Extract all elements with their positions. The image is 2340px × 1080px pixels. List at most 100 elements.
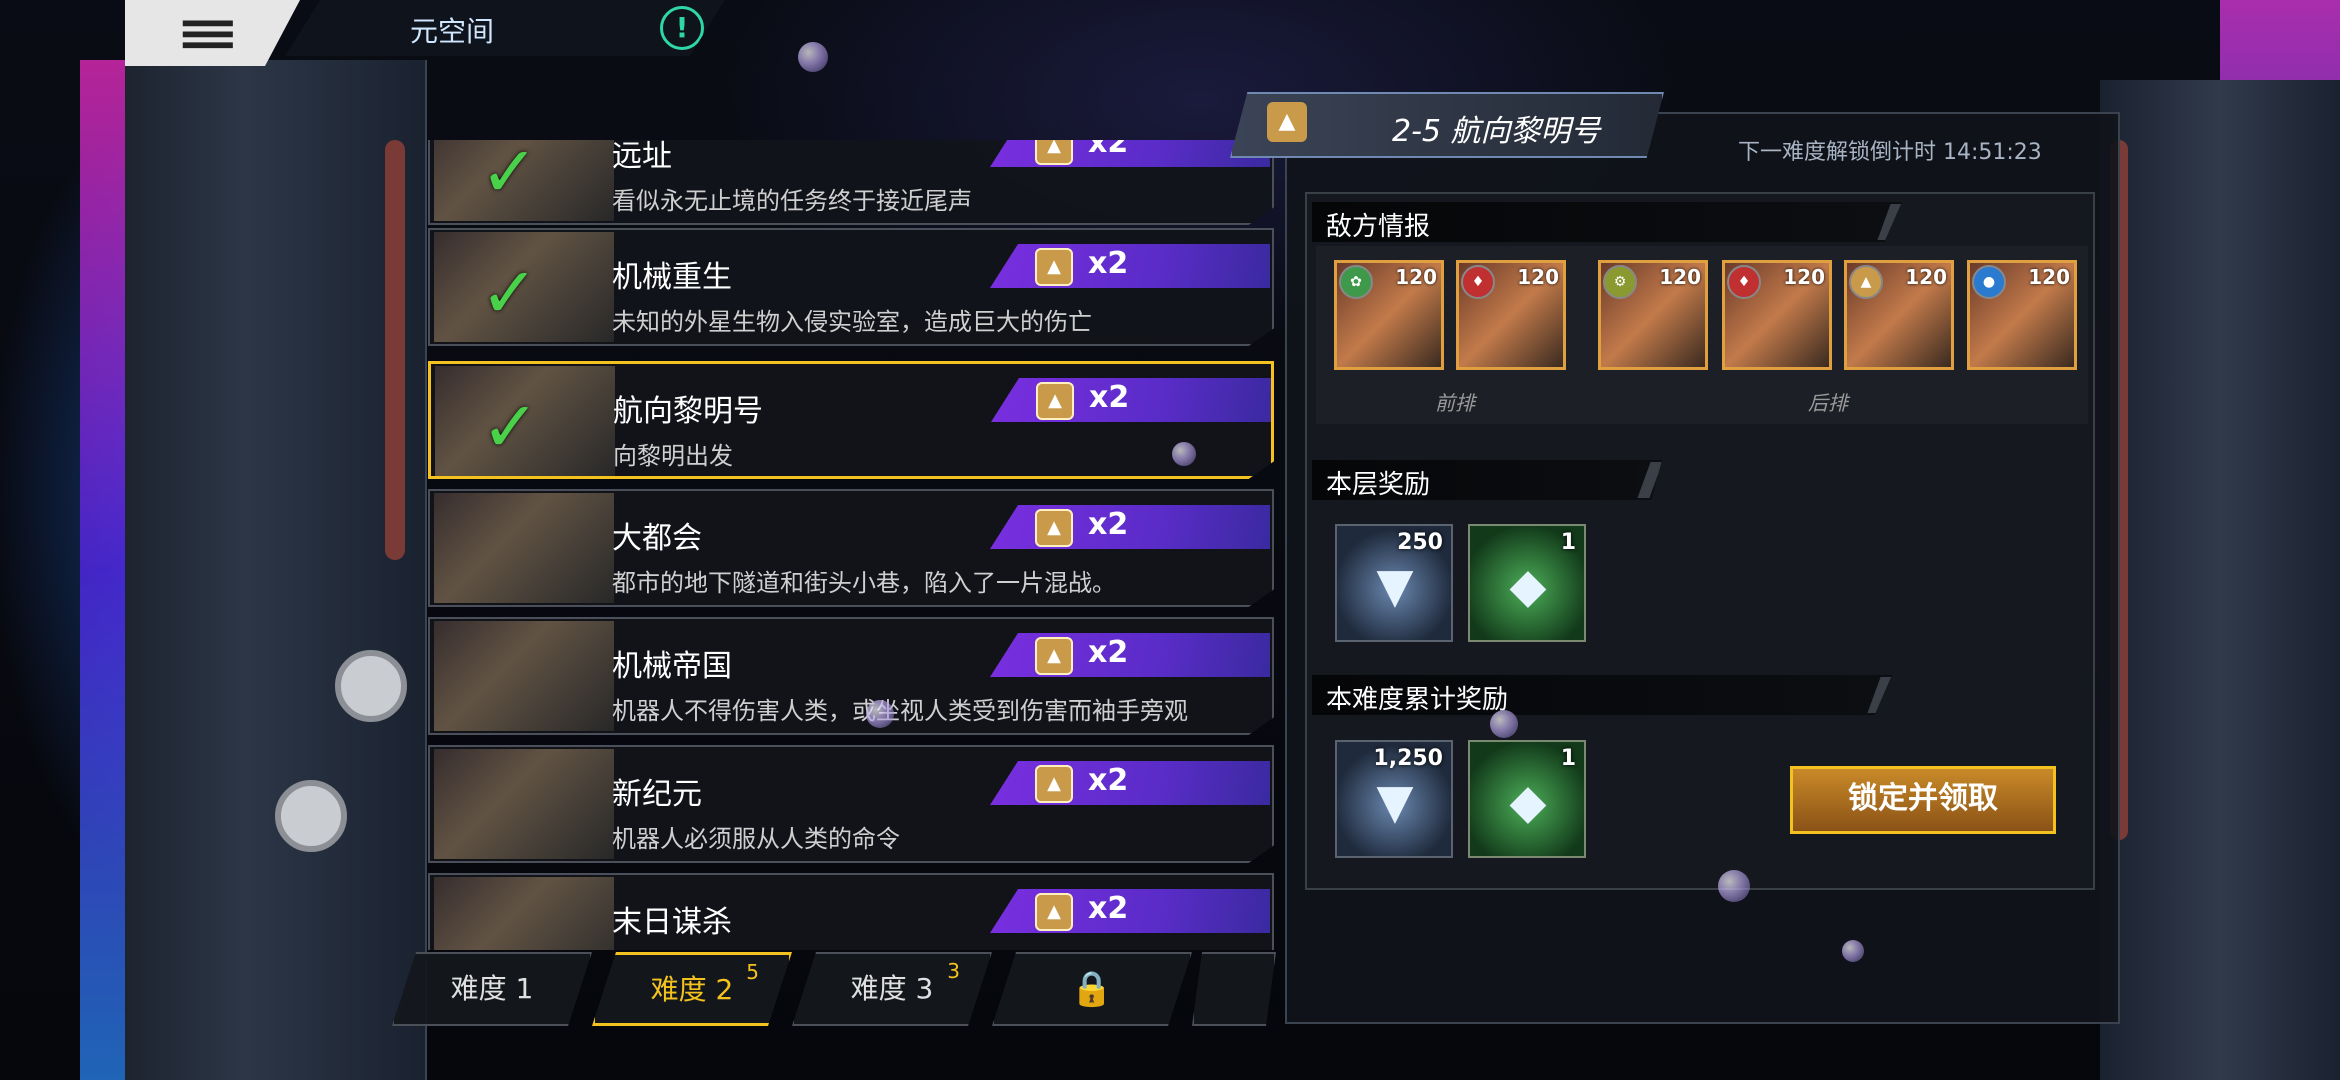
enemy-level: 120 <box>1395 265 1437 289</box>
back-row-label: 后排 <box>1808 391 1848 415</box>
enemy-info-header: 敌方情报 <box>1312 202 1902 242</box>
green-shard-reward[interactable]: ◆ 1 <box>1468 524 1586 642</box>
bubble <box>1490 710 1518 738</box>
medal-icon: ▲ <box>1036 382 1074 420</box>
unlock-countdown: 下一难度解锁倒计时 14:51:23 <box>1738 140 2042 165</box>
stage-portrait <box>434 621 614 731</box>
enemy-level: 120 <box>1905 265 1947 289</box>
difficulty-tab-locked[interactable]: 🔒 <box>992 952 1192 1026</box>
reward-quantity: 250 <box>1397 530 1443 555</box>
stage-row[interactable]: ▲ x2 末日谋杀 <box>428 873 1274 950</box>
difficulty-tab-3[interactable]: 难度 33 <box>792 952 992 1026</box>
difficulty-tab-2[interactable]: 难度 25 <box>592 952 792 1026</box>
bubble <box>1172 442 1196 466</box>
reward-stripe <box>990 761 1270 805</box>
element-icon: ♦ <box>1727 265 1761 299</box>
crystal-reward[interactable]: ▼ 250 <box>1335 524 1453 642</box>
reward-multiplier: x2 <box>1088 140 1129 160</box>
reward-quantity: 1 <box>1560 746 1576 771</box>
cumulative-reward-header: 本难度累计奖励 <box>1312 675 1892 715</box>
gauge-icon <box>275 780 347 852</box>
stage-portrait <box>434 749 614 859</box>
tab-label: 难度 1 <box>450 972 534 1005</box>
reward-multiplier: x2 <box>1088 246 1129 281</box>
bubble <box>1842 940 1864 962</box>
stage-description: 机器人必须服从人类的命令 <box>612 825 900 853</box>
element-icon: ⚙ <box>1603 265 1637 299</box>
stage-row[interactable]: ▲ x2 机械帝国机器人不得伤害人类，或坐视人类受到伤害而袖手旁观 <box>428 617 1274 735</box>
stage-name: 航向黎明号 <box>613 394 763 429</box>
reward-stripe <box>991 378 1271 422</box>
front-row-label: 前排 <box>1435 391 1475 415</box>
stage-name: 大都会 <box>612 521 702 556</box>
medal-icon: ▲ <box>1035 248 1073 286</box>
enemy-portrait[interactable]: ▲ 120 <box>1844 260 1954 370</box>
enemy-portrait[interactable]: ♦ 120 <box>1722 260 1832 370</box>
medal-icon: ▲ <box>1035 637 1073 675</box>
stage-row[interactable]: ▲ x2 新纪元 机器人必须服从人类的命令 <box>428 745 1274 863</box>
medal-icon: ▲ <box>1035 893 1073 931</box>
info-icon[interactable]: ! <box>660 6 704 50</box>
stage-description: 未知的外星生物入侵实验室，造成巨大的伤亡 <box>612 308 1092 336</box>
machinery-right <box>2100 80 2340 1080</box>
stage-name: 末日谋杀 <box>612 905 732 940</box>
crystal-icon: ▼ <box>1376 558 1414 614</box>
gauge-icon <box>335 650 407 722</box>
stage-description: 看似永无止境的任务终于接近尾声 <box>612 187 972 215</box>
lock-and-claim-button[interactable]: 锁定并领取 <box>1790 766 2056 834</box>
stage-title: 2-5 航向黎明号 <box>1392 114 1601 149</box>
reward-multiplier: x2 <box>1088 763 1129 798</box>
medal-icon: ▲ <box>1035 509 1073 547</box>
stage-description: 都市的地下隧道和街头小巷，陷入了一片混战。 <box>612 569 1116 597</box>
reward-quantity: 1,250 <box>1373 746 1443 771</box>
bubble <box>866 700 894 728</box>
stage-title-banner: ▲ 2-5 航向黎明号 <box>1230 92 1664 158</box>
reward-multiplier: x2 <box>1088 507 1129 542</box>
checkmark-icon: ✓ <box>481 386 540 468</box>
enemy-portrait[interactable]: ⚙ 120 <box>1598 260 1708 370</box>
stage-row[interactable]: ✓ ▲ x2 远址 看似永无止境的任务终于接近尾声 <box>428 140 1274 225</box>
difficulty-tab-more[interactable] <box>1192 952 1276 1026</box>
medal-icon: ▲ <box>1035 140 1073 165</box>
tab-label: 难度 3 <box>850 972 934 1005</box>
section-title: 本难度累计奖励 <box>1326 685 1509 715</box>
difficulty-tab-1[interactable]: 难度 1 <box>392 952 592 1026</box>
stage-row[interactable]: ✓ ▲ x2 机械重生未知的外星生物入侵实验室，造成巨大的伤亡 <box>428 228 1274 346</box>
stage-name: 机械重生 <box>612 260 732 295</box>
crystal-reward[interactable]: ▼ 1,250 <box>1335 740 1453 858</box>
element-icon: ▲ <box>1849 265 1883 299</box>
enemy-portrait[interactable]: ● 120 <box>1967 260 2077 370</box>
machinery-left <box>125 60 427 1080</box>
stage-emblem-icon: ▲ <box>1267 102 1307 142</box>
section-title: 本层奖励 <box>1326 470 1431 500</box>
reward-stripe <box>990 244 1270 288</box>
stage-row[interactable]: ✓ ▲ x2 航向黎明号向黎明出发 <box>428 361 1274 479</box>
stage-name: 远址 <box>612 140 672 174</box>
stage-row[interactable]: ▲ x2 大都会都市的地下隧道和街头小巷，陷入了一片混战。 <box>428 489 1274 607</box>
reward-multiplier: x2 <box>1088 635 1129 670</box>
stage-description: 向黎明出发 <box>613 442 733 470</box>
element-icon: ✿ <box>1339 265 1373 299</box>
reward-stripe <box>990 633 1270 677</box>
medal-icon: ▲ <box>1035 765 1073 803</box>
stage-portrait <box>434 877 614 950</box>
reward-stripe <box>990 140 1270 167</box>
reward-multiplier: x2 <box>1089 380 1130 415</box>
reward-stripe <box>990 505 1270 549</box>
reward-stripe <box>990 889 1270 933</box>
back-button[interactable]: ≡ <box>125 0 300 66</box>
stage-list[interactable]: ✓ ▲ x2 远址看似永无止境的任务终于接近尾声 ✓ ▲ x2 机械重生未知的外星生物入侵实验… <box>428 140 1276 950</box>
stage-description: 机器人不得伤害人类，或坐视人类受到伤害而袖手旁观 <box>612 697 1188 725</box>
enemy-portrait[interactable]: ✿ 120 <box>1334 260 1444 370</box>
checkmark-icon: ✓ <box>480 252 539 334</box>
bubble <box>798 42 828 72</box>
tab-label: 难度 2 <box>650 973 734 1006</box>
crystal-icon: ▼ <box>1376 774 1414 830</box>
enemy-level: 120 <box>1783 265 1825 289</box>
difficulty-tabs: 难度 1 难度 2 5 难度 3 3 🔒 <box>392 952 1276 1030</box>
floor-reward-header: 本层奖励 <box>1312 460 1662 500</box>
enemy-portrait[interactable]: ♦ 120 <box>1456 260 1566 370</box>
stage-name: 机械帝国 <box>612 649 732 684</box>
page-title: 元空间 <box>410 15 495 48</box>
green-shard-reward[interactable]: ◆ 1 <box>1468 740 1586 858</box>
